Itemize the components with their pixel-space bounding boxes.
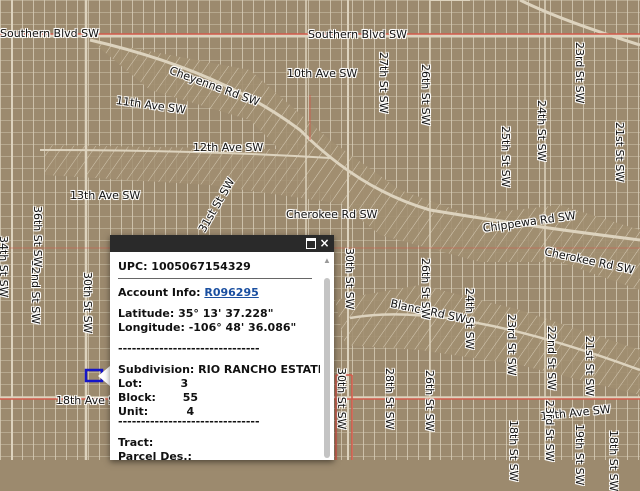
street-label: 23rd St SW: [573, 42, 586, 104]
street-label: Southern Blvd SW: [308, 28, 407, 41]
street-label: 30th St SW: [335, 368, 348, 430]
parcel-info-popup: × UPC: 1005067154329 Account Info: R0962…: [110, 235, 334, 460]
close-icon[interactable]: ×: [318, 237, 331, 250]
street-label: 10th Ave SW: [287, 67, 358, 80]
street-label: 23rd St SW: [505, 314, 518, 376]
street-label: 26th St SW: [423, 370, 436, 432]
street-label: 18th St SW: [507, 420, 520, 482]
street-label: 18th St SW: [607, 430, 620, 491]
street-label: Southern Blvd SW: [0, 27, 99, 40]
street-label: 27th St SW: [377, 52, 390, 114]
street-label: Cherokee Rd SW: [286, 208, 378, 221]
dashed-separator: -------------------------------: [118, 415, 260, 428]
street-label: 19th St SW: [573, 424, 586, 486]
street-label: 24th St SW: [463, 288, 476, 350]
street-label: 21st St SW: [613, 122, 626, 183]
street-label: 30th St SW: [81, 272, 94, 334]
account-info-label: Account Info:: [118, 286, 205, 299]
parcel-des-text: Parcel Des.:: [118, 450, 192, 460]
dashed-separator: -------------------------------: [118, 342, 260, 355]
street-label: 32nd St SW: [29, 260, 42, 325]
street-label: 26th St SW: [419, 64, 432, 126]
street-label: 28th St SW: [383, 368, 396, 430]
street-label: 36th St SW: [31, 206, 44, 268]
street-label: 23rd St SW: [543, 400, 556, 462]
popup-pointer: [98, 366, 110, 386]
block-text: Block: 55: [118, 391, 199, 404]
maximize-icon[interactable]: [304, 237, 317, 250]
street-label: 13th Ave SW: [70, 189, 141, 202]
account-link[interactable]: R096295: [204, 286, 258, 299]
street-label: 22nd St SW: [545, 326, 558, 391]
tract-text: Tract:: [118, 436, 154, 449]
popup-scrollbar[interactable]: ▲: [320, 252, 334, 460]
street-label: 24th St SW: [535, 100, 548, 162]
street-label: 26th St SW: [419, 258, 432, 320]
divider: [118, 278, 312, 279]
scroll-up-icon[interactable]: ▲: [323, 257, 331, 265]
popup-header: ×: [110, 235, 334, 252]
street-label: 21st St SW: [583, 336, 596, 397]
street-label: 34th St SW: [0, 236, 10, 298]
street-label: 12th Ave SW: [193, 141, 264, 154]
street-label: 30th St SW: [343, 248, 356, 310]
lot-text: Lot: 3: [118, 377, 189, 390]
subdivision-text: Subdivision: RIO RANCHO ESTATES: [118, 363, 320, 376]
street-label: 25th St SW: [499, 126, 512, 188]
account-info: Account Info: R096295: [118, 286, 312, 300]
longitude-text: Longitude: -106° 48' 36.086": [118, 321, 297, 334]
popup-content: UPC: 1005067154329 Account Info: R096295…: [110, 252, 320, 460]
scroll-thumb[interactable]: [324, 278, 330, 458]
upc-text: UPC: 1005067154329: [118, 260, 251, 273]
latitude-text: Latitude: 35° 13' 37.228": [118, 307, 274, 320]
